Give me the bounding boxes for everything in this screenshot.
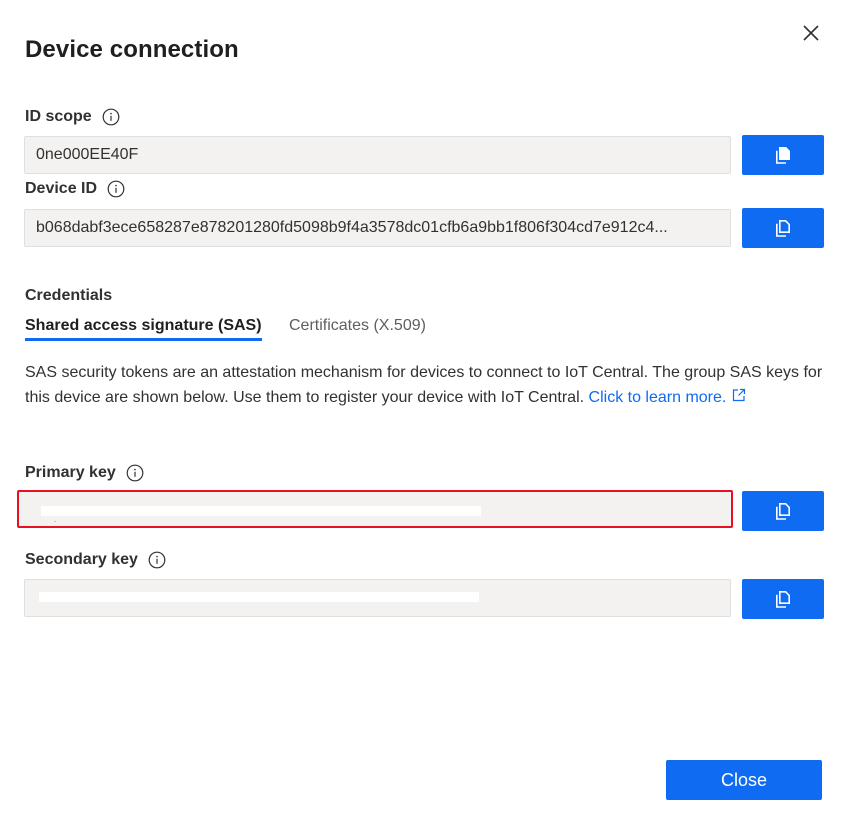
primary-key-label-row: Primary key [25,464,144,482]
copy-icon [776,220,790,237]
tab-sas[interactable]: Shared access signature (SAS) [25,317,262,341]
info-icon[interactable] [107,180,125,198]
copy-primary-key-button[interactable] [742,491,824,531]
close-icon[interactable] [800,22,822,44]
learn-more-link-text: Click to learn more. [588,389,727,406]
learn-more-link[interactable]: Click to learn more. [588,388,748,406]
id-scope-label-row: ID scope [25,108,120,126]
device-id-label: Device ID [25,180,98,197]
external-link-icon [733,388,746,402]
redaction-mark [41,506,481,516]
id-scope-label: ID scope [25,108,92,125]
primary-key-label: Primary key [25,464,116,481]
credentials-label: Credentials [25,287,113,304]
id-scope-field[interactable]: 0ne000EE40F [24,136,731,174]
copy-icon [776,147,790,164]
close-button[interactable]: Close [666,760,822,800]
copy-icon [776,503,790,520]
device-id-label-row: Device ID [25,180,125,198]
copy-secondary-key-button[interactable] [742,579,824,619]
secondary-key-field[interactable]: 5O d007 l MN Q 05 UZk Hr TtHCM 47CH kpcc… [24,579,731,617]
primary-key-field[interactable]: ...ie CAO0Pl f AGiIF B W1HGI1 MHL 20D B … [17,490,733,528]
secondary-key-label-row: Secondary key [25,551,166,569]
device-connection-dialog: Device connection ID scope 0ne000EE40F D… [0,0,846,837]
info-icon[interactable] [102,108,120,126]
dialog-title: Device connection [25,36,239,63]
tab-certificates[interactable]: Certificates (X.509) [289,317,426,335]
device-id-field[interactable]: b068dabf3ece658287e878201280fd5098b9f4a3… [24,209,731,247]
info-icon[interactable] [126,464,144,482]
secondary-key-label: Secondary key [25,551,138,568]
redaction-mark [39,592,479,602]
info-icon[interactable] [148,551,166,569]
copy-icon [776,591,790,608]
copy-device-id-button[interactable] [742,208,824,248]
copy-id-scope-button[interactable] [742,135,824,175]
sas-description: SAS security tokens are an attestation m… [25,360,825,410]
